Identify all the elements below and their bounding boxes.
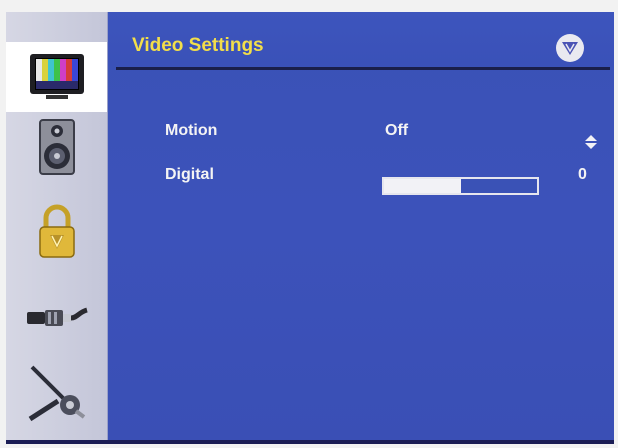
sidebar-item-lock[interactable] — [6, 197, 107, 267]
chevron-down-icon — [562, 42, 578, 55]
slider-value: 0 — [578, 166, 587, 183]
up-down-arrow-icon[interactable] — [585, 135, 597, 149]
title-divider — [116, 67, 610, 70]
padlock-icon — [38, 204, 75, 258]
sidebar-item-audio[interactable] — [6, 112, 107, 182]
cable-connector-icon — [26, 307, 88, 326]
sidebar — [6, 12, 109, 440]
tv-color-bars-icon — [29, 54, 84, 99]
wrench-tools-icon — [28, 365, 85, 422]
title-bar: Video Settings — [108, 12, 614, 66]
settings-panel: Video Settings Motion Off Digital 0 — [108, 12, 614, 440]
setting-label: Motion — [165, 122, 218, 139]
setting-value[interactable]: Off — [385, 122, 408, 140]
setting-label: Digital — [165, 166, 214, 183]
sidebar-item-video[interactable] — [6, 42, 107, 112]
sidebar-item-setup[interactable] — [6, 357, 107, 427]
page-title: Video Settings — [132, 35, 264, 56]
slider-fill — [384, 179, 461, 193]
digital-slider[interactable] — [382, 177, 539, 195]
menu-button[interactable] — [556, 34, 584, 62]
speaker-icon — [38, 119, 75, 175]
sidebar-item-input[interactable] — [6, 282, 107, 352]
screen-bottom-edge — [6, 440, 614, 444]
